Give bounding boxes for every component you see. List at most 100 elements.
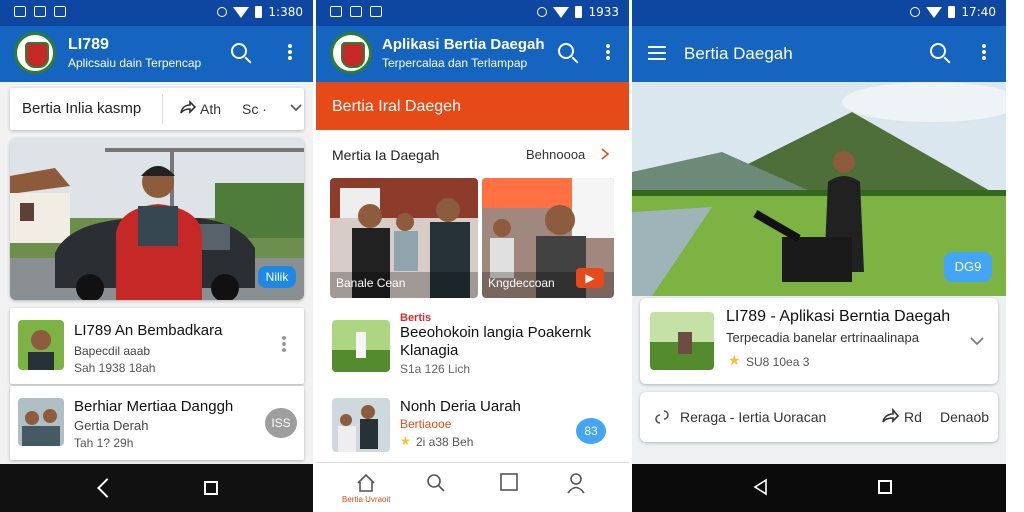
action-mid[interactable]: Rd: [904, 409, 922, 425]
article-row[interactable]: Bertis Beeohokoin langia Poakernk Klanag…: [316, 306, 629, 390]
notification-icons: [14, 6, 66, 17]
hero-badge[interactable]: Nilik: [258, 266, 296, 288]
signal-icon: [537, 7, 548, 17]
app-subtitle: Aplicsaiu dain Terpencap: [68, 56, 202, 70]
share-icon[interactable]: [178, 99, 196, 117]
article-sub: Bertiaooe: [400, 417, 452, 431]
star-icon: ★: [400, 434, 411, 448]
search-icon[interactable]: [231, 43, 247, 59]
search-icon[interactable]: [558, 43, 574, 59]
app-subtitle: Terpercalaa dan Terlampap: [382, 56, 528, 70]
more-tab-label[interactable]: Sc ·: [242, 101, 267, 117]
share-icon[interactable]: [880, 407, 900, 425]
profile-tab-icon[interactable]: [566, 472, 586, 494]
hero-news-card[interactable]: Nilik: [10, 138, 304, 300]
list-thumb: [18, 398, 64, 446]
screenshot-stage: 1:380 LI789 Aplicsaiu dain Terpencap Ber…: [0, 0, 1024, 512]
phone-screen-1: 1:380 LI789 Aplicsaiu dain Terpencap Ber…: [0, 0, 313, 512]
system-nav-bar: [0, 464, 313, 512]
phone-screen-2: 1933 Aplikasi Bertia Daegah Terpercalaa …: [316, 0, 629, 512]
chevron-down-icon[interactable]: [290, 103, 302, 113]
action-bar-card: Reraga - Iertia Uoracan Rd Denaob: [640, 392, 998, 442]
feature-thumb: [650, 312, 714, 370]
home-icon[interactable]: [878, 480, 892, 494]
more-vert-icon[interactable]: [982, 44, 986, 48]
play-badge-icon[interactable]: ▶: [576, 268, 604, 288]
article-title: Beeohokoin langia Poakernk: [400, 324, 591, 341]
article-thumb: [332, 398, 390, 452]
list-meta: Tah 1? 29h: [74, 436, 134, 450]
article-thumb: [332, 320, 390, 372]
status-time: 1933: [588, 5, 619, 19]
app-title: Aplikasi Bertia Daegah: [382, 36, 545, 53]
battery-icon: [255, 6, 263, 18]
tab-divider: [162, 94, 163, 124]
wifi-icon: [553, 6, 570, 18]
home-icon[interactable]: [204, 481, 218, 495]
search-icon[interactable]: [930, 43, 946, 59]
square-tab-icon[interactable]: [500, 473, 518, 491]
wifi-icon: [926, 6, 943, 18]
article-title: Nonh Deria Uarah: [400, 398, 521, 415]
chevron-right-icon[interactable]: [600, 148, 610, 160]
chevron-down-icon[interactable]: [970, 336, 984, 346]
back-icon[interactable]: [97, 478, 117, 498]
app-bar: LI789 Aplicsaiu dain Terpencap: [0, 26, 313, 82]
system-nav-bar: [632, 464, 1006, 512]
section-header[interactable]: Bertia Iral Daegeh: [316, 82, 629, 130]
battery-icon: [575, 6, 583, 18]
status-bar: 1:380: [0, 0, 313, 26]
article-row[interactable]: Nonh Deria Uarah Bertiaooe ★ 2i a38 Beh …: [316, 392, 629, 462]
status-bar: 1933: [316, 0, 629, 26]
list-sub: Bapecdil aaab: [74, 344, 151, 358]
status-bar: 17:40: [632, 0, 1006, 26]
search-tab-icon[interactable]: [426, 473, 446, 493]
article-title-line2: Klanagia: [400, 342, 459, 359]
signal-icon: [910, 7, 921, 17]
list-item[interactable]: Berhiar Mertiaa Danggh Gertia Derah Tah …: [10, 386, 304, 460]
photo-card[interactable]: Kngdeccoan ▶: [482, 178, 614, 298]
more-vert-icon[interactable]: [606, 44, 610, 48]
star-icon: ★: [728, 352, 741, 368]
feature-meta: SU8 10ea 3: [746, 355, 810, 369]
status-time: 17:40: [961, 5, 996, 19]
link-icon[interactable]: [654, 408, 670, 426]
menu-icon[interactable]: [648, 46, 666, 48]
home-tab-label[interactable]: Bertia Uvraoit: [342, 495, 390, 504]
feature-sub: Terpecadia banelar ertrinaalinapa: [726, 330, 919, 345]
list-meta: Sah 1938 18ah: [74, 361, 156, 375]
list-sub: Gertia Derah: [74, 418, 149, 433]
tab-news-label[interactable]: Bertia Inlia kasmp: [22, 100, 141, 117]
phone-screen-3: 17:40 Bertia Daegah DG9 LI789 - Aplikasi…: [632, 0, 1006, 512]
subheader-right[interactable]: Behnoooa: [526, 147, 585, 162]
more-vert-icon[interactable]: [288, 44, 292, 48]
action-left[interactable]: Reraga - Iertia Uoracan: [680, 409, 826, 425]
app-title: LI789: [68, 36, 109, 53]
status-time: 1:380: [268, 5, 303, 19]
battery-icon: [948, 6, 956, 18]
logo-emblem-icon: [330, 32, 372, 74]
list-thumb: [18, 320, 64, 370]
notification-icons: [330, 6, 382, 17]
article-kicker: Bertis: [400, 312, 432, 324]
photo-card[interactable]: Banale Cean: [330, 178, 478, 298]
count-badge[interactable]: 83: [576, 418, 606, 444]
home-tab-icon[interactable]: [356, 473, 376, 493]
list-title: LI789 An Bembadkara: [74, 322, 223, 339]
wifi-icon: [233, 6, 250, 18]
share-label[interactable]: Ath: [200, 101, 221, 117]
list-title: Berhiar Mertiaa Danggh: [74, 398, 234, 415]
action-right[interactable]: Denaob: [940, 409, 989, 425]
back-icon[interactable]: [752, 478, 768, 496]
count-badge[interactable]: ISS: [265, 408, 297, 438]
bottom-tab-bar: Bertia Uvraoit: [316, 462, 629, 512]
more-vert-icon[interactable]: [282, 336, 286, 340]
section-title: Bertia Iral Daegeh: [332, 98, 461, 115]
feature-card[interactable]: LI789 - Aplikasi Berntia Daegah Terpecad…: [640, 298, 998, 384]
app-title: Bertia Daegah: [684, 44, 793, 63]
list-item[interactable]: LI789 An Bembadkara Bapecdil aaab Sah 19…: [10, 308, 304, 384]
hero-badge[interactable]: DG9: [944, 252, 992, 282]
hero-landscape[interactable]: DG9: [632, 82, 1006, 296]
subheader-left: Mertia Ia Daegah: [332, 147, 440, 163]
signal-icon: [217, 7, 228, 17]
